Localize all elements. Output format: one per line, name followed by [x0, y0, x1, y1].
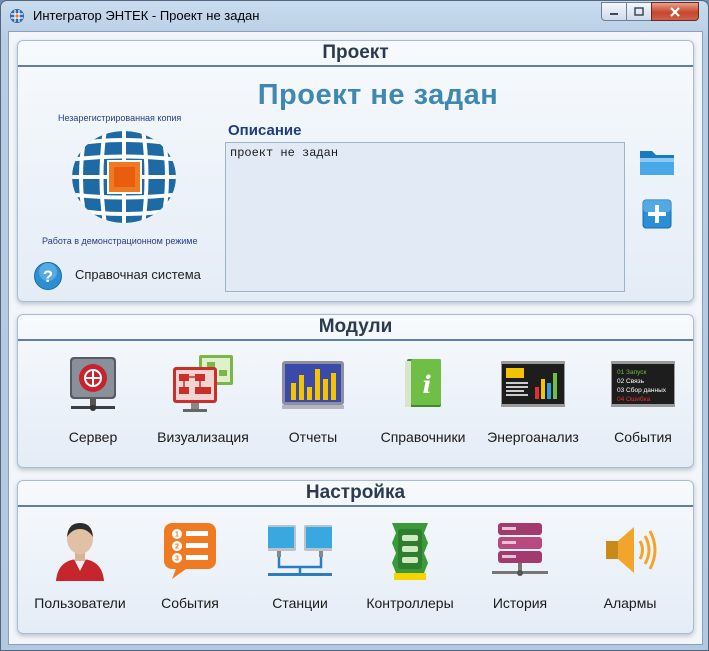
open-folder-button[interactable] — [638, 145, 676, 179]
modules-panel: Модули Сервер Визуализация Отчеты i Спра… — [17, 314, 694, 468]
module-visualization[interactable]: Визуализация — [143, 353, 263, 453]
project-heading: Проект — [18, 41, 693, 67]
main-area: Проект Проект не задан Незарегистрирован… — [8, 31, 703, 645]
project-panel: Проект Проект не задан Незарегистрирован… — [17, 40, 694, 302]
help-system-link[interactable]: Справочная система — [75, 267, 201, 282]
minimize-icon — [610, 12, 618, 15]
module-label: События — [614, 429, 672, 445]
maximize-icon — [634, 6, 644, 16]
module-reports[interactable]: Отчеты — [253, 353, 373, 453]
module-reference[interactable]: i Справочники — [363, 353, 483, 453]
settings-history[interactable]: История — [460, 519, 580, 619]
app-logo-icon — [10, 9, 24, 23]
svg-text:2: 2 — [175, 544, 179, 551]
close-button[interactable] — [651, 2, 699, 21]
settings-alarms[interactable]: Алармы — [570, 519, 690, 619]
history-database-icon — [492, 523, 548, 576]
entek-globe-logo-icon — [72, 131, 176, 223]
svg-text:i: i — [422, 370, 431, 399]
reference-book-icon: i — [405, 359, 441, 407]
project-name: Проект не задан — [257, 79, 499, 111]
settings-label: Контроллеры — [366, 595, 454, 611]
events-terminal-icon: 01 Запуск 02 Связь 03 Сбор данных 04 Оши… — [611, 361, 675, 407]
reports-chart-icon — [282, 361, 344, 409]
events-screen-line-3: 03 Сбор данных — [617, 386, 667, 394]
settings-label: История — [492, 595, 548, 611]
description-label: Описание — [228, 122, 302, 139]
events-screen-line-4: 04 Ошибка — [617, 395, 651, 403]
maximize-button[interactable] — [626, 2, 652, 21]
settings-users[interactable]: Пользователи — [20, 519, 140, 619]
svg-text:1: 1 — [175, 532, 179, 539]
module-label: Сервер — [68, 429, 118, 445]
module-label: Отчеты — [288, 429, 338, 445]
events-screen-line-1: 01 Запуск — [617, 369, 647, 376]
close-icon — [670, 6, 680, 17]
demo-mode-label: Работа в демонстрационном режиме — [42, 236, 198, 246]
svg-text:?: ? — [43, 267, 53, 286]
help-icon[interactable]: ? — [33, 261, 63, 291]
description-field[interactable]: проект не задан — [225, 142, 625, 292]
settings-label: Пользователи — [34, 595, 126, 611]
events-list-icon: 1 2 3 — [164, 523, 216, 579]
module-label: Энергоанализ — [487, 429, 579, 445]
title-bar[interactable]: Интегратор ЭНТЕК - Проект не задан — [1, 1, 708, 31]
user-icon — [56, 523, 104, 581]
modules-heading: Модули — [18, 315, 693, 341]
module-events[interactable]: 01 Запуск 02 Связь 03 Сбор данных 04 Оши… — [583, 353, 703, 453]
alarm-speaker-icon — [606, 527, 657, 573]
settings-label: Алармы — [603, 595, 657, 611]
visualization-icon — [173, 355, 233, 412]
svg-text:3: 3 — [175, 556, 179, 563]
module-server[interactable]: Сервер — [33, 353, 153, 453]
add-project-button[interactable] — [642, 199, 672, 229]
settings-label: Станции — [272, 595, 328, 611]
settings-controllers[interactable]: Контроллеры — [350, 519, 470, 619]
window-title: Интегратор ЭНТЕК - Проект не задан — [33, 8, 260, 23]
settings-events[interactable]: 1 2 3 События — [130, 519, 250, 619]
module-energy-analysis[interactable]: Энергоанализ — [473, 353, 593, 453]
settings-heading: Настройка — [18, 481, 693, 507]
stations-icon — [268, 525, 332, 576]
app-window: Интегратор ЭНТЕК - Проект не задан Проек… — [0, 0, 709, 651]
settings-panel: Настройка Пользователи 1 2 3 События Ста… — [17, 480, 694, 634]
controller-icon — [392, 523, 428, 580]
settings-label: События — [161, 595, 219, 611]
module-label: Справочники — [380, 429, 466, 445]
events-screen-line-2: 02 Связь — [617, 378, 645, 385]
server-icon — [70, 357, 116, 411]
module-label: Визуализация — [157, 429, 249, 445]
settings-stations[interactable]: Станции — [240, 519, 360, 619]
unregistered-label: Незарегистрированная копия — [58, 113, 182, 123]
minimize-button[interactable] — [601, 2, 627, 21]
energy-analysis-icon — [501, 361, 565, 407]
